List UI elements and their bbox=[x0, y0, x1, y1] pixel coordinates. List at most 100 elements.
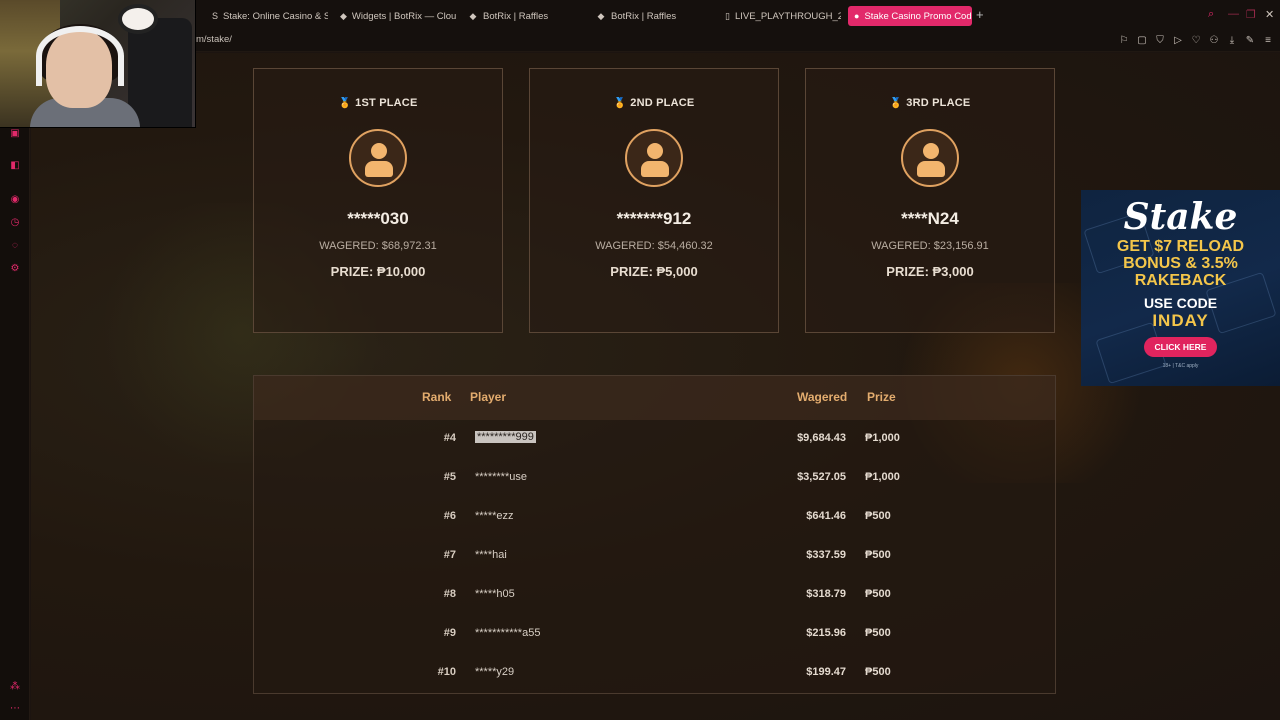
player-name: *****030 bbox=[347, 209, 409, 228]
prize-cell: ₱1,000 bbox=[865, 471, 900, 483]
wagered-cell: $318.79 bbox=[806, 588, 846, 600]
stake-promo-ad[interactable]: Stake GET $7 RELOAD BONUS & 3.5% RAKEBAC… bbox=[1081, 190, 1280, 386]
prize-cell: ₱500 bbox=[865, 549, 891, 561]
medal-icon: 🏅 bbox=[613, 97, 627, 109]
place-label: 1ST PLACE bbox=[355, 97, 418, 109]
table-header: Rank Player Wagered Prize bbox=[254, 376, 1055, 420]
avatar bbox=[625, 129, 683, 187]
tab-botrix-raffles-1[interactable]: ◆ BotRix | Raffles bbox=[462, 6, 584, 26]
botrix-icon: ◆ bbox=[340, 10, 347, 21]
extension-icon[interactable]: ⁂ bbox=[9, 680, 21, 692]
url-field[interactable]: m/stake/ bbox=[196, 34, 232, 45]
prize-cell: ₱500 bbox=[865, 510, 891, 522]
table-row: #8 *****h05 $318.79 ₱500 bbox=[254, 576, 1055, 615]
document-icon: ▯ bbox=[725, 10, 730, 21]
avatar bbox=[901, 129, 959, 187]
rank-cell: #6 bbox=[443, 510, 456, 522]
table-row: #10 *****y29 $199.47 ₱500 bbox=[254, 654, 1055, 693]
webcam-plush-toy bbox=[118, 4, 158, 34]
tab-label: BotRix | Raffles bbox=[483, 10, 549, 22]
tab-label: Stake Casino Promo Code bbox=[864, 10, 972, 22]
shield-icon[interactable]: ⛉ bbox=[1154, 33, 1166, 47]
prize-amount: PRIZE: ₱10,000 bbox=[330, 264, 426, 279]
new-tab-plus-icon[interactable]: + bbox=[976, 7, 984, 22]
player-name: *******912 bbox=[616, 209, 692, 228]
ad-promo-code: INDAY bbox=[1152, 311, 1209, 330]
wagered-cell: $3,527.05 bbox=[797, 471, 846, 483]
chat-icon[interactable]: ◌ bbox=[9, 239, 21, 251]
avatar bbox=[349, 129, 407, 187]
avatar-head bbox=[647, 143, 663, 159]
menu-icon[interactable]: ≡ bbox=[1262, 33, 1274, 47]
wagered-cell: $641.46 bbox=[806, 510, 846, 522]
ad-click-here-button[interactable]: CLICK HERE bbox=[1143, 337, 1218, 357]
rank-cell: #9 bbox=[443, 627, 456, 639]
prize-amount: PRIZE: ₱5,000 bbox=[610, 264, 698, 279]
avatar-head bbox=[923, 143, 939, 159]
header-rank: Rank bbox=[422, 390, 452, 404]
table-row: #5 ********use $3,527.05 ₱1,000 bbox=[254, 459, 1055, 498]
settings-icon[interactable]: ⚙ bbox=[9, 262, 21, 274]
player-cell: ********use bbox=[475, 471, 527, 483]
play-icon[interactable]: ▷ bbox=[1172, 33, 1184, 47]
leaderboard-page: 🏅 1ST PLACE *****030 WAGERED: $68,972.31… bbox=[31, 53, 1280, 720]
webcam-overlay bbox=[0, 0, 196, 128]
ad-headline-2: BONUS & 3.5% bbox=[1123, 255, 1238, 272]
player-cell: *****ezz bbox=[475, 510, 514, 522]
download-icon[interactable]: ⤓ bbox=[1226, 33, 1238, 47]
place-title: 🏅 2ND PLACE bbox=[614, 97, 695, 109]
restore-icon[interactable]: ❐ bbox=[1246, 8, 1256, 21]
ad-use-code-label: USE CODE bbox=[1143, 295, 1218, 311]
webcam-chair bbox=[128, 18, 192, 127]
prize-amount: PRIZE: ₱3,000 bbox=[886, 264, 974, 279]
tab-label: Stake: Online Casino & Sp bbox=[223, 10, 328, 22]
rank-cell: #10 bbox=[437, 666, 456, 678]
tab-stake-casino[interactable]: S Stake: Online Casino & Sp bbox=[206, 6, 328, 26]
player-cell: ****hai bbox=[475, 549, 507, 561]
sidebar-app-icon[interactable]: ▣ bbox=[9, 127, 21, 139]
player-cell: ***********a55 bbox=[475, 627, 541, 639]
header-player: Player bbox=[470, 390, 507, 404]
botrix-icon: ◆ bbox=[469, 10, 477, 21]
tab-live-playthrough[interactable]: ▯ LIVE_PLAYTHROUGH_2.p bbox=[719, 6, 841, 26]
wagered-amount: WAGERED: $54,460.32 bbox=[595, 240, 713, 252]
more-icon[interactable]: ⋯ bbox=[9, 702, 21, 714]
minimize-icon[interactable]: — bbox=[1228, 8, 1239, 20]
rank-cell: #7 bbox=[443, 549, 456, 561]
profile-icon[interactable]: ⚇ bbox=[1208, 33, 1220, 47]
tab-label: BotRix | Raffles bbox=[611, 10, 677, 22]
tab-stake-promo-code[interactable]: ● Stake Casino Promo Code bbox=[848, 6, 972, 26]
wagered-cell: $337.59 bbox=[806, 549, 846, 561]
table-row: #6 *****ezz $641.46 ₱500 bbox=[254, 498, 1055, 537]
twitch-icon[interactable]: ◧ bbox=[9, 159, 21, 171]
wagered-amount: WAGERED: $68,972.31 bbox=[319, 240, 437, 252]
table-row: #4 *********999 $9,684.43 ₱1,000 bbox=[254, 420, 1055, 459]
heart-icon[interactable]: ♡ bbox=[1190, 33, 1202, 47]
header-wagered: Wagered bbox=[797, 390, 848, 404]
tab-botrix-widgets[interactable]: ◆ Widgets | BotRix — Cloud bbox=[334, 6, 456, 26]
prize-cell: ₱1,000 bbox=[865, 432, 900, 444]
rank-cell: #8 bbox=[443, 588, 456, 600]
close-icon[interactable]: ✕ bbox=[1265, 8, 1274, 21]
player-name: ****N24 bbox=[901, 209, 959, 228]
play-circle-icon[interactable]: ◉ bbox=[9, 193, 21, 205]
stake-s-icon: S bbox=[212, 11, 219, 21]
rank-cell: #4 bbox=[443, 432, 456, 444]
browser-sidebar: ▣ ◧ ◉ ◷ ◌ ⚙ ⁂ ⋯ bbox=[0, 52, 30, 720]
ad-fine-print: 18+ | T&C apply bbox=[1162, 363, 1199, 369]
ai-icon[interactable]: ✎ bbox=[1244, 33, 1256, 47]
header-prize: Prize bbox=[867, 390, 896, 404]
prize-cell: ₱500 bbox=[865, 666, 891, 678]
prize-cell: ₱500 bbox=[865, 588, 891, 600]
reader-icon[interactable]: ▢ bbox=[1136, 33, 1148, 47]
avatar-body bbox=[917, 161, 945, 177]
place-title: 🏅 3RD PLACE bbox=[890, 97, 971, 109]
clock-icon[interactable]: ◷ bbox=[9, 216, 21, 228]
tab-botrix-raffles-2[interactable]: ◆ BotRix | Raffles bbox=[590, 6, 712, 26]
search-icon[interactable]: ⌕ bbox=[1208, 8, 1214, 21]
bookmark-icon[interactable]: ⚐ bbox=[1118, 33, 1130, 47]
place-label: 2ND PLACE bbox=[630, 97, 695, 109]
place-label: 3RD PLACE bbox=[906, 97, 971, 109]
ad-headline-1: GET $7 RELOAD bbox=[1116, 238, 1245, 255]
wagered-cell: $215.96 bbox=[806, 627, 846, 639]
